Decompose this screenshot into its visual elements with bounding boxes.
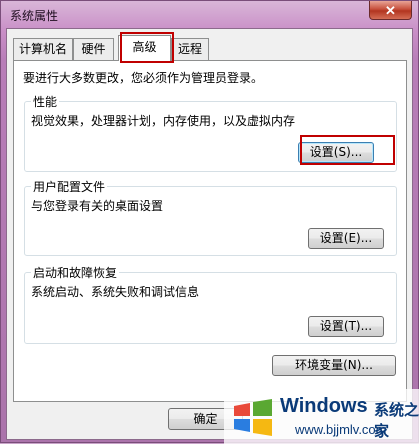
performance-desc: 视觉效果，处理器计划，内存使用，以及虚拟内存 [31,114,296,128]
user-profiles-desc: 与您登录有关的桌面设置 [31,199,164,213]
performance-title: 性能 [31,93,60,110]
admin-notice: 要进行大多数更改，您必须作为管理员登录。 [23,71,264,85]
settings-highlight-box [300,135,395,165]
tab-remote[interactable]: 远程 [171,38,209,60]
startup-recovery-settings-button[interactable]: 设置(T)... [308,316,384,337]
tab-computer-name[interactable]: 计算机名 [13,38,73,60]
watermark-url: www.bjjmlv.com [295,422,387,437]
windows-logo-icon [234,399,272,436]
user-profiles-group: 用户配置文件 与您登录有关的桌面设置 设置(E)... [24,178,397,256]
window-title: 系统属性 [10,9,59,23]
tab-hardware[interactable]: 硬件 [73,38,114,60]
startup-recovery-desc: 系统启动、系统失败和调试信息 [31,285,200,299]
system-properties-window: 系统属性 ✕ 计算机名 硬件 高级 远程 要进行大多数更改，您必须作为管理员登录… [0,0,419,444]
title-bar[interactable]: 系统属性 ✕ [1,1,418,28]
tab-highlight-box [120,32,174,63]
advanced-panel: 要进行大多数更改，您必须作为管理员登录。 性能 视觉效果，处理器计划，内存使用，… [13,60,407,402]
environment-variables-button[interactable]: 环境变量(N)... [272,355,396,376]
close-button[interactable]: ✕ [369,1,412,20]
startup-recovery-group: 启动和故障恢复 系统启动、系统失败和调试信息 设置(T)... [24,264,397,344]
user-profiles-settings-button[interactable]: 设置(E)... [308,228,384,249]
user-profiles-title: 用户配置文件 [31,178,108,195]
startup-recovery-title: 启动和故障恢复 [31,264,120,281]
site-watermark: Windows 系统之家 www.bjjmlv.com [224,389,419,444]
dialog-client: 计算机名 硬件 高级 远程 要进行大多数更改，您必须作为管理员登录。 性能 视觉… [6,28,413,440]
watermark-brand: Windows [280,395,368,417]
